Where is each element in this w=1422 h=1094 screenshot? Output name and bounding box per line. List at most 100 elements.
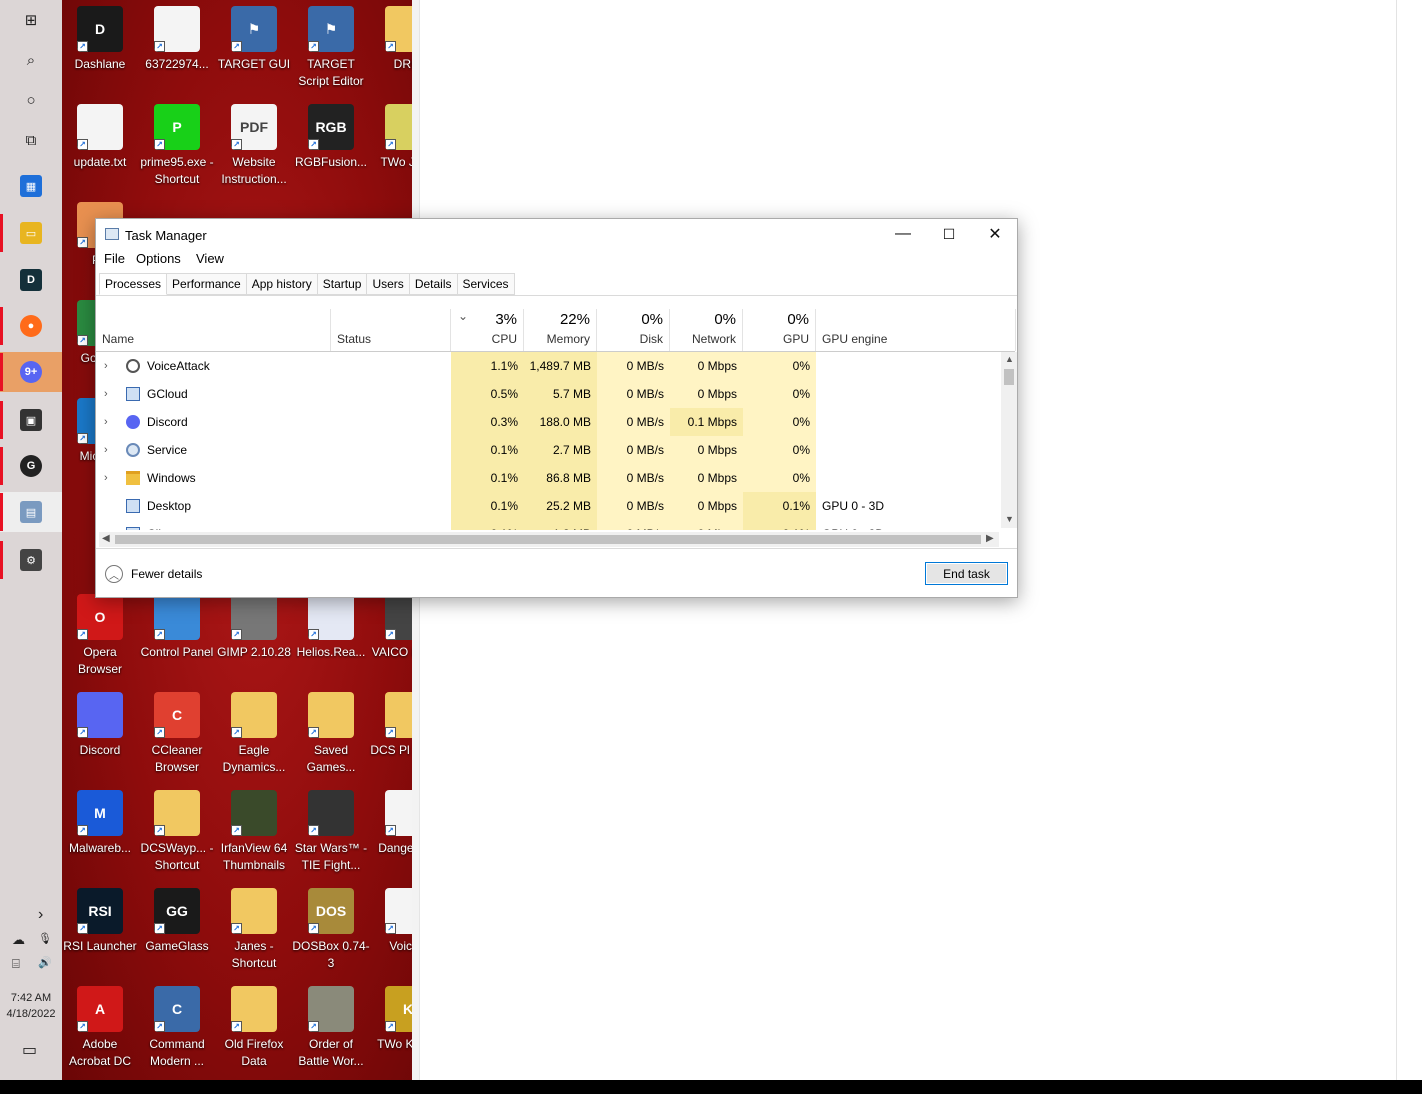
tab-processes[interactable]: Processes: [99, 273, 168, 295]
table-row[interactable]: Desktop Window Manager0.1%25.2 MB0 MB/s0…: [96, 492, 1001, 520]
network-icon[interactable]: ⌸: [12, 956, 20, 972]
volume-icon[interactable]: 🔊: [38, 956, 52, 969]
table-row[interactable]: › Windows Explorer 0.1%86.8 MB0 MB/s0 Mbps…: [96, 464, 1001, 492]
file-explorer-icon[interactable]: ▭: [0, 213, 62, 253]
expand-chevron-icon[interactable]: ›: [104, 352, 108, 380]
task-view-icon[interactable]: ⧉: [0, 120, 62, 160]
desktop-icon[interactable]: ↗ DCSWayp... - Shortcut: [138, 784, 216, 874]
desktop-icon[interactable]: A ↗ Adobe Acrobat DC: [62, 980, 139, 1070]
desktop-icon[interactable]: ↗ Dange Wat: [369, 784, 412, 857]
desktop-icon[interactable]: ↗ Discord: [62, 686, 139, 759]
menu-file[interactable]: File: [104, 251, 125, 266]
scroll-thumb[interactable]: [1004, 369, 1014, 385]
expand-chevron-icon[interactable]: ›: [104, 464, 108, 492]
menu-options[interactable]: Options: [136, 251, 181, 266]
desktop-icon[interactable]: ↗ 63722974...: [138, 0, 216, 73]
tab-services[interactable]: Services: [457, 273, 515, 295]
desktop-icon[interactable]: ↗ Helios.Rea...: [292, 588, 370, 661]
column-header-gpu-engine[interactable]: GPU engine: [816, 309, 1016, 351]
column-header-network[interactable]: 0% Network: [670, 309, 743, 351]
desktop-icon[interactable]: C ↗ Command Modern ...: [138, 980, 216, 1070]
scroll-down-icon[interactable]: ▼: [1005, 514, 1014, 524]
desktop-icon[interactable]: PDF ↗ Website Instruction...: [215, 98, 293, 188]
desktop-icon[interactable]: RGB ↗ RGBFusion...: [292, 98, 370, 171]
desktop-icon[interactable]: O ↗ Opera Browser: [62, 588, 139, 678]
table-row[interactable]: › VoiceAttack 1.1% 1,489.7 MB 0 MB/s 0 Mbps 0%: [96, 352, 1001, 380]
desktop-icon[interactable]: C ↗ CCleaner Browser: [138, 686, 216, 776]
clock[interactable]: 7:42 AM 4/18/2022: [0, 990, 62, 1022]
desktop-icon[interactable]: ↗ Control Panel: [138, 588, 216, 661]
maximize-button[interactable]: ☐: [926, 219, 972, 249]
windows-start-icon[interactable]: ⊞: [0, 0, 62, 40]
cloud-icon[interactable]: ☁: [12, 932, 25, 948]
desktop-icon[interactable]: ⚑ ↗ TARGET Script Editor: [292, 0, 370, 90]
search-icon[interactable]: ⌕: [0, 40, 62, 80]
desktop-icon[interactable]: DOS ↗ DOSBox 0.74-3: [292, 882, 370, 972]
desktop-icon[interactable]: K↗ TWo KSDC: [369, 980, 412, 1053]
table-row[interactable]: Client Server Runtime P...0.1%1.3 MB0 MB…: [96, 520, 1001, 530]
column-header-status[interactable]: Status: [331, 309, 451, 351]
tab-performance[interactable]: Performance: [167, 273, 247, 295]
minimize-button[interactable]: —: [880, 219, 926, 249]
expand-chevron-icon[interactable]: ›: [104, 380, 108, 408]
desktop-icon[interactable]: ↗ Star Wars™ - TIE Fight...: [292, 784, 370, 874]
desktop-icon[interactable]: ↗ VoiceA: [369, 882, 412, 955]
desktop-icon[interactable]: ↗ GIMP 2.10.28: [215, 588, 293, 661]
horizontal-scrollbar[interactable]: ◀ ▶: [99, 532, 999, 547]
gme-icon[interactable]: G: [0, 446, 62, 486]
chevron-right-icon[interactable]: ›: [38, 906, 43, 924]
desktop-icon[interactable]: ↗ DCS Pl - Shor: [369, 686, 412, 759]
table-row[interactable]: › Service Host: DNS Client 0.1%2.7 MB0 MB/…: [96, 436, 1001, 464]
close-button[interactable]: ✕: [972, 219, 1018, 249]
settings-icon[interactable]: ⚙: [0, 540, 62, 580]
table-row[interactable]: › GCloud (32 bit) 0.5%5.7 MB0 MB/s0 Mbps0%: [96, 380, 1001, 408]
desktop-icon[interactable]: M ↗ Malwareb...: [62, 784, 139, 857]
desktop-icon[interactable]: ↗ Order of Battle Wor...: [292, 980, 370, 1070]
scroll-up-icon[interactable]: ▲: [1005, 354, 1014, 364]
tab-users[interactable]: Users: [367, 273, 410, 295]
vertical-scrollbar[interactable]: ▲ ▼: [1001, 352, 1017, 528]
fewer-details-button[interactable]: ︿ Fewer details: [105, 565, 202, 583]
desktop-icon[interactable]: ↗ Saved Games...: [292, 686, 370, 776]
desktop-icon[interactable]: ↗ VAICO PRO f: [369, 588, 412, 661]
column-header-gpu[interactable]: 0% GPU: [743, 309, 816, 351]
desktop-icon[interactable]: ↗ Old Firefox Data: [215, 980, 293, 1070]
desktop-icon[interactable]: ↗ Janes - Shortcut: [215, 882, 293, 972]
firefox-icon[interactable]: ●: [0, 306, 62, 346]
column-header-name[interactable]: Name: [96, 309, 331, 351]
tab-app-history[interactable]: App history: [246, 273, 318, 295]
discord-9plus-icon[interactable]: 9+: [0, 352, 62, 392]
scroll-right-icon[interactable]: ▶: [986, 533, 994, 544]
tab-details[interactable]: Details: [409, 273, 458, 295]
desktop-icon[interactable]: ↗ TWo JSGI: [369, 98, 412, 171]
desktop-icon[interactable]: ↗ Eagle Dynamics...: [215, 686, 293, 776]
desktop-icon[interactable]: ↗ DRIV: [369, 0, 412, 73]
table-row[interactable]: ›Discord (32 bit) (3)0.3%188.0 MB0 MB/s0…: [96, 408, 1001, 436]
microphone-icon[interactable]: 🎙: [38, 932, 52, 945]
desktop-icon[interactable]: P ↗ prime95.exe - Shortcut: [138, 98, 216, 188]
desktop-icon[interactable]: ↗ IrfanView 64 Thumbnails: [215, 784, 293, 874]
memory-cell: 1.3 MB: [524, 520, 597, 530]
desktop-icon[interactable]: RSI ↗ RSI Launcher: [62, 882, 139, 955]
expand-chevron-icon[interactable]: ›: [104, 436, 108, 464]
end-task-button[interactable]: End task: [925, 562, 1008, 585]
notification-icon[interactable]: ▭: [22, 1040, 37, 1060]
title-bar[interactable]: Task Manager — ☐ ✕: [96, 219, 1017, 251]
horizontal-scroll-thumb[interactable]: [115, 535, 981, 544]
column-header-memory[interactable]: 22% Memory: [524, 309, 597, 351]
desktop-icon[interactable]: D ↗ Dashlane: [62, 0, 139, 73]
menu-view[interactable]: View: [196, 251, 224, 266]
cortana-icon[interactable]: ○: [0, 80, 62, 120]
desktop-icon[interactable]: ↗ update.txt: [62, 98, 139, 171]
save-icon[interactable]: ▣: [0, 400, 62, 440]
dashlane-icon[interactable]: D: [0, 260, 62, 300]
scroll-left-icon[interactable]: ◀: [102, 533, 110, 544]
expand-chevron-icon[interactable]: ›: [104, 408, 108, 436]
task-manager-icon[interactable]: ▤: [0, 492, 62, 532]
column-header-cpu[interactable]: ⌄ 3% CPU: [451, 309, 524, 351]
microsoft-store-icon[interactable]: ▦: [0, 166, 62, 206]
tab-startup[interactable]: Startup: [317, 273, 368, 295]
desktop-icon[interactable]: ⚑ ↗ TARGET GUI: [215, 0, 293, 73]
desktop-icon[interactable]: GG ↗ GameGlass: [138, 882, 216, 955]
column-header-disk[interactable]: 0% Disk: [597, 309, 670, 351]
